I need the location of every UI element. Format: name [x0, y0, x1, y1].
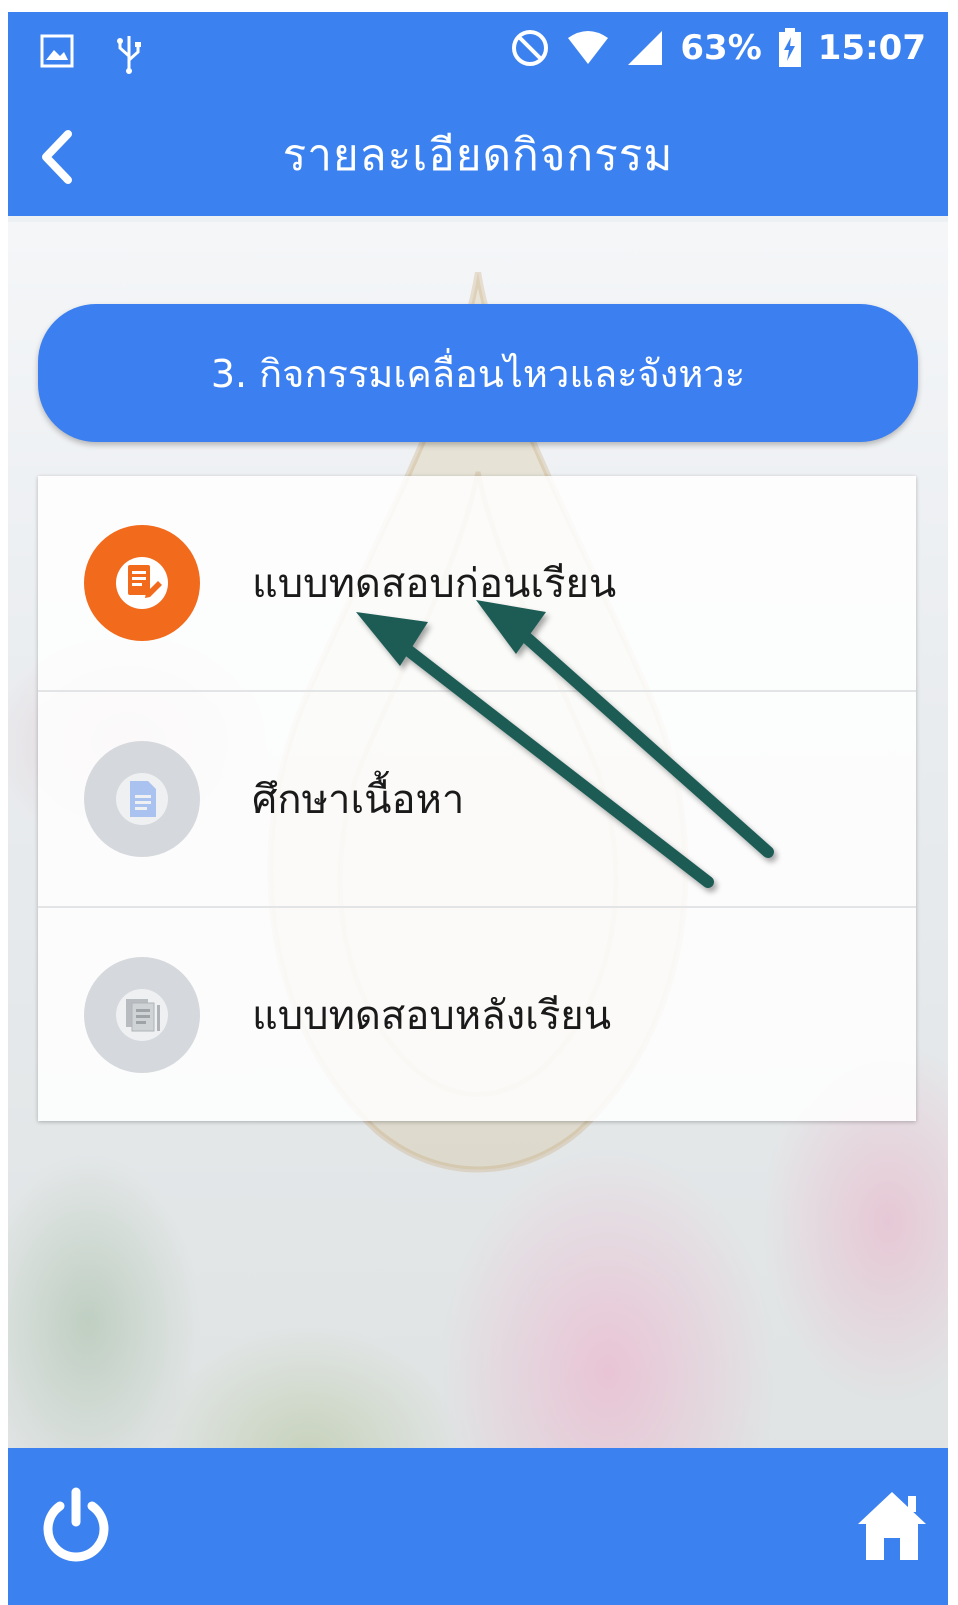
- bottom-navigation-bar: [8, 1448, 948, 1605]
- image-icon: [40, 34, 74, 68]
- menu-item-label: แบบทดสอบหลังเรียน: [252, 993, 612, 1039]
- do-not-disturb-icon: [512, 30, 549, 66]
- content-document-icon: [84, 741, 200, 857]
- activity-menu: แบบทดสอบก่อนเรียน ศึกษาเนื้อหา แบบทดสอบห…: [38, 476, 916, 1121]
- section-title: 3. กิจกรรมเคลื่อนไหวและจังหวะ: [210, 351, 746, 396]
- app-screen: 63% 15:07 รายละเอียดกิจกรรม 3. กิจกรรมเค…: [8, 12, 948, 1605]
- page-title: รายละเอียดกิจกรรม: [282, 130, 674, 181]
- menu-item-pretest[interactable]: แบบทดสอบก่อนเรียน: [38, 476, 916, 692]
- status-bar: 63% 15:07: [8, 12, 948, 92]
- power-button[interactable]: [36, 1486, 116, 1566]
- menu-item-content[interactable]: ศึกษาเนื้อหา: [38, 692, 916, 908]
- pretest-document-icon: [84, 525, 200, 641]
- power-icon: [43, 1487, 109, 1562]
- menu-item-label: แบบทดสอบก่อนเรียน: [252, 561, 617, 607]
- signal-icon: [628, 31, 663, 65]
- section-title-banner: 3. กิจกรรมเคลื่อนไหวและจังหวะ: [38, 304, 918, 442]
- wifi-icon: [568, 31, 609, 64]
- battery-charging-icon: [778, 28, 801, 67]
- menu-item-label: ศึกษาเนื้อหา: [252, 777, 465, 823]
- home-button[interactable]: [854, 1488, 930, 1564]
- usb-icon: [117, 36, 141, 74]
- battery-percent: 63%: [680, 28, 762, 68]
- posttest-document-icon: [84, 957, 200, 1073]
- clock: 15:07: [817, 28, 926, 68]
- app-bar: รายละเอียดกิจกรรม: [8, 92, 948, 216]
- menu-item-posttest[interactable]: แบบทดสอบหลังเรียน: [38, 908, 916, 1122]
- home-icon: [858, 1492, 926, 1560]
